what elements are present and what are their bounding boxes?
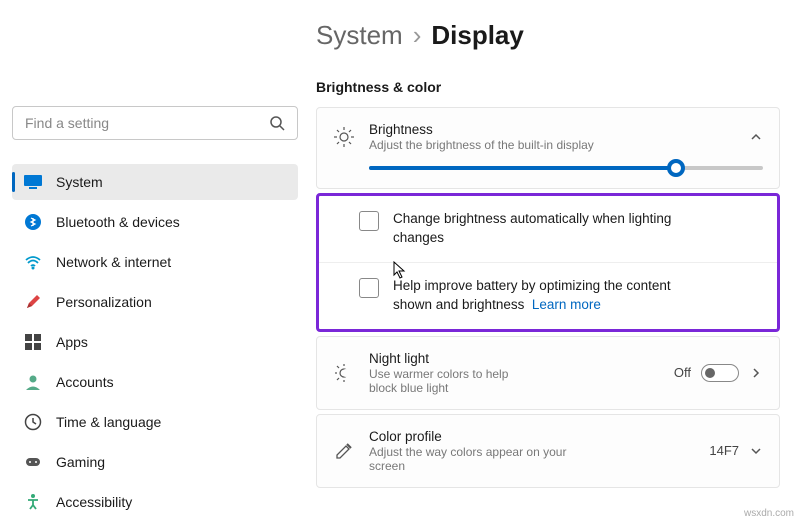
clock-icon bbox=[24, 413, 42, 431]
sidebar-item-label: Personalization bbox=[56, 294, 152, 310]
accounts-icon bbox=[24, 373, 42, 391]
night-light-icon bbox=[333, 362, 355, 384]
main-content: System › Display Brightness & color Brig… bbox=[310, 0, 800, 523]
night-light-toggle[interactable] bbox=[701, 364, 739, 382]
breadcrumb: System › Display bbox=[316, 20, 780, 51]
sidebar-item-accounts[interactable]: Accounts bbox=[12, 364, 298, 400]
sidebar-item-gaming[interactable]: Gaming bbox=[12, 444, 298, 480]
sidebar-item-bluetooth[interactable]: Bluetooth & devices bbox=[12, 204, 298, 240]
brightness-icon bbox=[333, 126, 355, 148]
color-profile-subtitle: Adjust the way colors appear on yourscre… bbox=[369, 445, 695, 473]
brightness-card: Brightness Adjust the brightness of the … bbox=[316, 107, 780, 189]
learn-more-link[interactable]: Learn more bbox=[532, 297, 601, 312]
sidebar-item-system[interactable]: System bbox=[12, 164, 298, 200]
battery-optimize-checkbox[interactable] bbox=[359, 278, 379, 298]
color-profile-value: 14F7 bbox=[709, 443, 739, 458]
system-icon bbox=[24, 173, 42, 191]
color-profile-card[interactable]: Color profile Adjust the way colors appe… bbox=[316, 414, 780, 488]
sidebar-item-network[interactable]: Network & internet bbox=[12, 244, 298, 280]
chevron-right-icon: › bbox=[413, 20, 422, 51]
night-light-state: Off bbox=[674, 365, 691, 380]
eyedropper-icon bbox=[333, 440, 355, 462]
search-input[interactable] bbox=[25, 115, 269, 131]
sidebar-item-personalization[interactable]: Personalization bbox=[12, 284, 298, 320]
sidebar-item-time-language[interactable]: Time & language bbox=[12, 404, 298, 440]
breadcrumb-current: Display bbox=[431, 20, 524, 51]
highlighted-options: Change brightness automatically when lig… bbox=[316, 193, 780, 332]
auto-brightness-checkbox[interactable] bbox=[359, 211, 379, 231]
sidebar-item-label: Time & language bbox=[56, 414, 161, 430]
sidebar-item-label: Accessibility bbox=[56, 494, 132, 510]
wifi-icon bbox=[24, 253, 42, 271]
search-input-container[interactable] bbox=[12, 106, 298, 140]
slider-thumb[interactable] bbox=[667, 159, 685, 177]
sidebar-item-apps[interactable]: Apps bbox=[12, 324, 298, 360]
sidebar-item-label: Bluetooth & devices bbox=[56, 214, 180, 230]
battery-optimize-label: Help improve battery by optimizing the c… bbox=[393, 277, 671, 315]
accessibility-icon bbox=[24, 493, 42, 511]
chevron-down-icon[interactable] bbox=[749, 444, 763, 458]
auto-brightness-label: Change brightness automatically when lig… bbox=[393, 210, 671, 248]
chevron-up-icon[interactable] bbox=[749, 130, 763, 144]
brightness-slider[interactable] bbox=[369, 166, 763, 170]
auto-brightness-row[interactable]: Change brightness automatically when lig… bbox=[319, 196, 777, 263]
watermark: wsxdn.com bbox=[744, 508, 794, 519]
gaming-icon bbox=[24, 453, 42, 471]
bluetooth-icon bbox=[24, 213, 42, 231]
sidebar-item-label: System bbox=[56, 174, 103, 190]
search-icon bbox=[269, 115, 285, 131]
brightness-title: Brightness bbox=[369, 122, 735, 137]
sidebar-item-label: Gaming bbox=[56, 454, 105, 470]
sidebar: System Bluetooth & devices Network & int… bbox=[0, 0, 310, 523]
sidebar-item-label: Network & internet bbox=[56, 254, 171, 270]
brightness-subtitle: Adjust the brightness of the built-in di… bbox=[369, 138, 735, 152]
breadcrumb-parent[interactable]: System bbox=[316, 20, 403, 51]
color-profile-title: Color profile bbox=[369, 429, 695, 444]
brightness-row[interactable]: Brightness Adjust the brightness of the … bbox=[317, 108, 779, 166]
section-title: Brightness & color bbox=[316, 79, 780, 95]
paintbrush-icon bbox=[24, 293, 42, 311]
chevron-right-icon[interactable] bbox=[749, 366, 763, 380]
sidebar-item-label: Accounts bbox=[56, 374, 114, 390]
sidebar-item-label: Apps bbox=[56, 334, 88, 350]
night-light-subtitle: Use warmer colors to helpblock blue ligh… bbox=[369, 367, 660, 395]
night-light-title: Night light bbox=[369, 351, 660, 366]
night-light-card[interactable]: Night light Use warmer colors to helpblo… bbox=[316, 336, 780, 410]
apps-icon bbox=[24, 333, 42, 351]
battery-optimize-row[interactable]: Help improve battery by optimizing the c… bbox=[319, 263, 777, 329]
sidebar-item-accessibility[interactable]: Accessibility bbox=[12, 484, 298, 520]
